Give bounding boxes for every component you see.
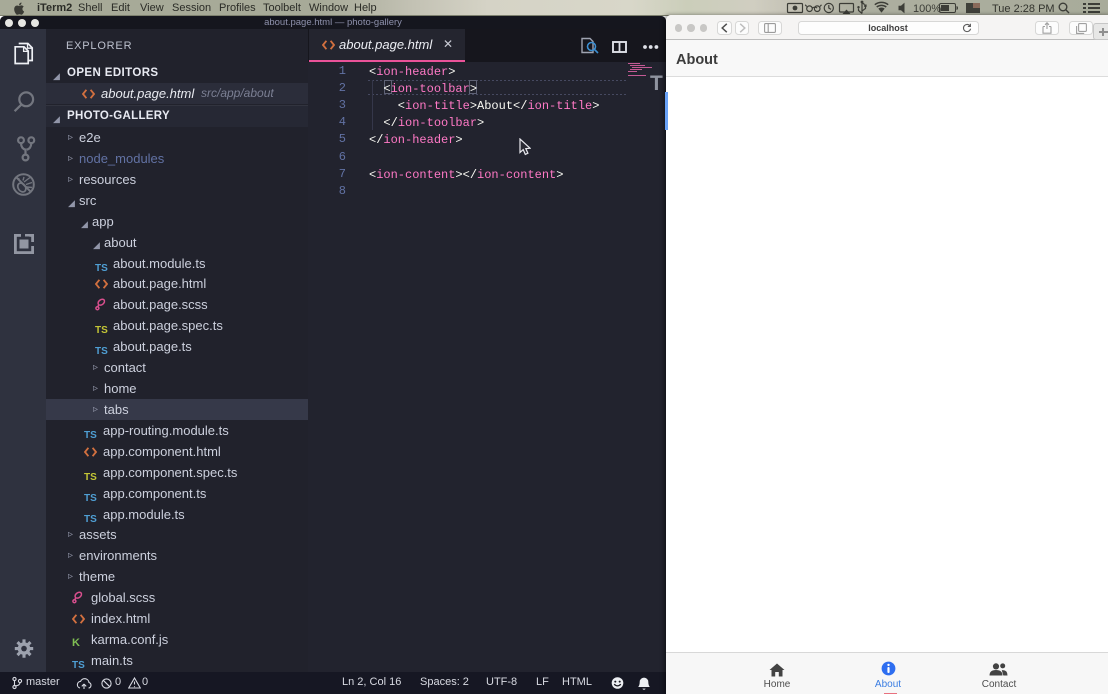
svg-text:100%: 100% [913,3,941,15]
svg-text:Tue 2:28 PM: Tue 2:28 PM [992,3,1055,15]
